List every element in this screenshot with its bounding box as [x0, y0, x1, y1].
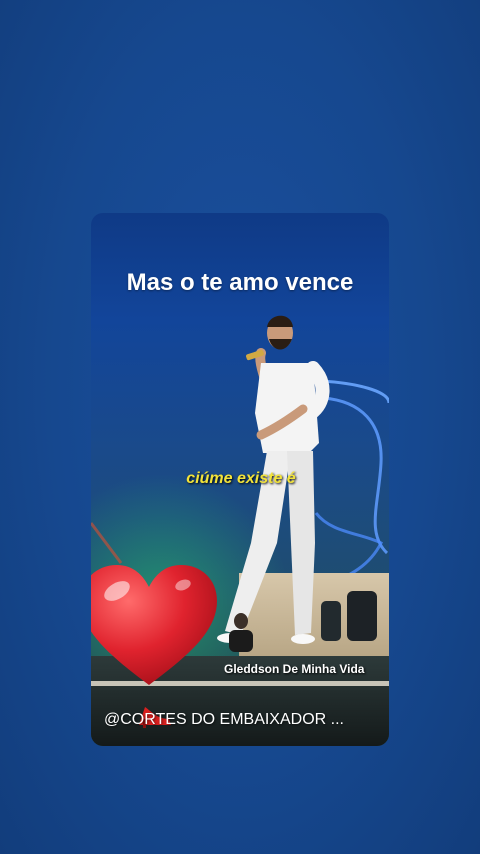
music-credit: Gleddson De Minha Vida — [224, 662, 365, 676]
story-card[interactable]: Mas o te amo vence ciúme existe é Gledds… — [91, 213, 389, 746]
video-subtitle: ciúme existe é — [186, 470, 296, 487]
story-caption: Mas o te amo vence — [126, 269, 354, 296]
account-handle[interactable]: @CORTES DO EMBAIXADOR ... — [104, 711, 344, 729]
heart-icon — [91, 565, 217, 685]
